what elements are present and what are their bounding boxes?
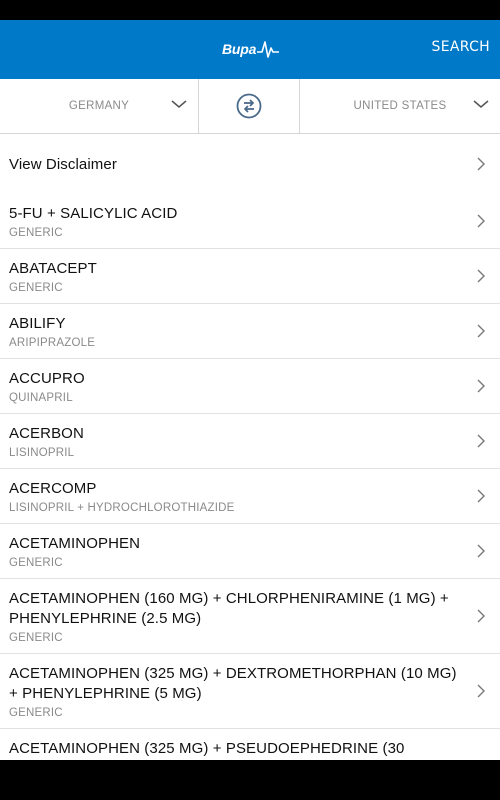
logo-text: Bupa — [222, 41, 257, 57]
drug-generic: GENERIC — [9, 282, 63, 294]
drug-generic: LISINOPRIL — [9, 447, 75, 459]
list-item[interactable]: ACERCOMP LISINOPRIL + HYDROCHLOROTHIAZID… — [0, 469, 500, 524]
list-item[interactable]: ACETAMINOPHEN GENERIC — [0, 524, 500, 579]
drug-name: ACETAMINOPHEN (325 MG) + DEXTROMETHORPHA… — [9, 665, 457, 702]
drug-name: ACETAMINOPHEN (160 MG) + CHLORPHENIRAMIN… — [9, 590, 449, 627]
drug-generic: LISINOPRIL + HYDROCHLOROTHIAZIDE — [9, 502, 235, 514]
drug-name: ACERCOMP — [9, 480, 97, 497]
from-country-dropdown[interactable]: GERMANY — [0, 79, 199, 133]
list-item[interactable]: ACETAMINOPHEN (160 MG) + CHLORPHENIRAMIN… — [0, 579, 500, 654]
swap-icon — [236, 93, 262, 119]
drug-name: ACERBON — [9, 425, 84, 442]
list-item[interactable]: ABILIFY ARIPIPRAZOLE — [0, 304, 500, 359]
chevron-right-icon — [477, 489, 485, 503]
chevron-right-icon — [477, 214, 485, 228]
heartbeat-icon — [257, 41, 280, 58]
list-item[interactable]: ACETAMINOPHEN (325 MG) + DEXTROMETHORPHA… — [0, 654, 500, 729]
list-item[interactable]: ABATACEPT GENERIC — [0, 249, 500, 304]
chevron-right-icon — [477, 379, 485, 393]
chevron-right-icon — [477, 269, 485, 283]
chevron-down-icon — [171, 100, 187, 108]
from-country-label: GERMANY — [68, 100, 130, 112]
bupa-logo: Bupa — [222, 36, 280, 62]
drug-name: 5-FU + SALICYLIC ACID — [9, 205, 178, 222]
drug-generic: ARIPIPRAZOLE — [9, 337, 96, 349]
chevron-down-icon — [473, 100, 489, 108]
swap-countries-button[interactable] — [199, 79, 300, 133]
drug-generic: GENERIC — [9, 557, 63, 569]
search-button[interactable]: SEARCH — [432, 39, 490, 55]
drug-generic: QUINAPRIL — [9, 392, 73, 404]
to-country-dropdown[interactable]: UNITED STATES — [300, 79, 500, 133]
drug-list: View Disclaimer 5-FU + SALICYLIC ACID GE… — [0, 134, 500, 760]
drug-generic: GENERIC — [9, 707, 63, 719]
list-item[interactable]: ACCUPRO QUINAPRIL — [0, 359, 500, 414]
drug-name: ACCUPRO — [9, 370, 85, 387]
chevron-right-icon — [477, 609, 485, 623]
disclaimer-label: View Disclaimer — [9, 156, 117, 173]
chevron-right-icon — [477, 544, 485, 558]
view-disclaimer-item[interactable]: View Disclaimer — [0, 134, 500, 194]
system-nav-bar — [0, 760, 500, 800]
drug-name: ACETAMINOPHEN — [9, 535, 141, 552]
to-country-label: UNITED STATES — [353, 100, 447, 112]
status-bar — [0, 0, 500, 20]
drug-generic: GENERIC — [9, 227, 63, 239]
drug-name: ABILIFY — [9, 315, 66, 332]
chevron-right-icon — [477, 157, 485, 171]
app-screen: Bupa SEARCH GERMANY UNITED STATES View D… — [0, 20, 500, 760]
list-item[interactable]: 5-FU + SALICYLIC ACID GENERIC — [0, 194, 500, 249]
list-item[interactable]: ACERBON LISINOPRIL — [0, 414, 500, 469]
chevron-right-icon — [477, 434, 485, 448]
chevron-right-icon — [477, 684, 485, 698]
country-selector-bar: GERMANY UNITED STATES — [0, 79, 500, 134]
drug-name: ABATACEPT — [9, 260, 97, 277]
chevron-right-icon — [477, 324, 485, 338]
list-item[interactable]: ACETAMINOPHEN (325 MG) + PSEUDOEPHEDRINE… — [0, 729, 500, 760]
drug-name: ACETAMINOPHEN (325 MG) + PSEUDOEPHEDRINE… — [9, 740, 405, 757]
app-header: Bupa SEARCH — [0, 20, 500, 79]
drug-generic: GENERIC — [9, 632, 63, 644]
